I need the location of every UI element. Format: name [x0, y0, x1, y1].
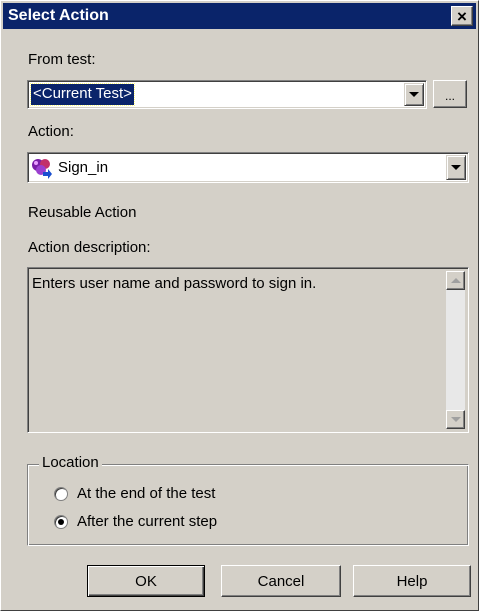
ok-button-label: OK [135, 572, 157, 590]
arrow-up-icon [450, 278, 461, 283]
arrow-down-icon [450, 417, 461, 422]
radio-after-current-step-label[interactable]: After the current step [77, 513, 217, 530]
action-label: Action: [28, 123, 74, 140]
action-dropdown[interactable]: Sign_in [27, 152, 469, 183]
reusable-action-label: Reusable Action [28, 204, 137, 221]
select-action-dialog: Select Action × From test: <Current Test… [0, 0, 479, 611]
from-test-dropdown-button[interactable] [404, 83, 424, 106]
chevron-down-icon [409, 92, 419, 97]
from-test-selected-value: <Current Test> [30, 83, 135, 106]
radio-end-of-test-label[interactable]: At the end of the test [77, 485, 215, 502]
close-icon: × [457, 6, 467, 26]
scroll-down-button[interactable] [446, 410, 465, 429]
location-legend: Location [39, 454, 102, 471]
browse-button-label: ... [444, 89, 455, 103]
description-scrollbar[interactable] [446, 271, 465, 429]
title-bar[interactable]: Select Action × [3, 3, 476, 29]
action-dropdown-button[interactable] [446, 155, 466, 180]
action-icon [31, 157, 53, 179]
ok-button[interactable]: OK [87, 565, 205, 597]
help-button[interactable]: Help [353, 565, 471, 597]
cancel-button[interactable]: Cancel [221, 565, 341, 597]
help-button-label: Help [396, 572, 428, 590]
close-button[interactable]: × [451, 6, 473, 26]
browse-test-button[interactable]: ... [433, 80, 467, 108]
dialog-title: Select Action [8, 7, 109, 24]
location-groupbox [27, 464, 469, 546]
from-test-dropdown[interactable]: <Current Test> [27, 80, 427, 109]
scroll-up-button[interactable] [446, 271, 465, 290]
radio-end-of-test[interactable] [54, 487, 68, 501]
chevron-down-icon [451, 165, 461, 170]
action-description-text: Enters user name and password to sign in… [32, 275, 317, 292]
action-description-textarea[interactable]: Enters user name and password to sign in… [27, 267, 469, 433]
radio-after-current-step[interactable] [54, 515, 68, 529]
cancel-button-label: Cancel [257, 572, 305, 590]
action-description-label: Action description: [28, 239, 151, 256]
action-selected-value: Sign_in [58, 159, 109, 176]
from-test-label: From test: [28, 51, 96, 68]
